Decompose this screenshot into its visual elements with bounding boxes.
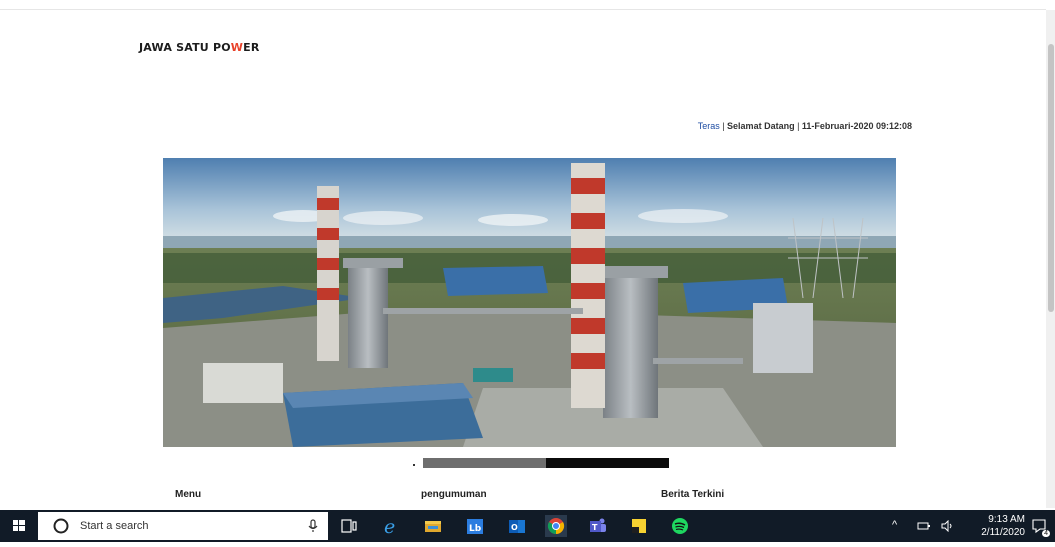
sticky-notes-icon[interactable] [628, 515, 650, 537]
home-link[interactable]: Teras [698, 121, 720, 131]
file-explorer-icon[interactable] [422, 515, 444, 537]
separator: | [719, 121, 728, 131]
logo-text-end: ER [243, 41, 260, 54]
hero-banner-image [163, 158, 896, 447]
taskbar-search-box[interactable]: Start a search [38, 512, 328, 540]
datetime-text: 11-Februari-2020 09:12:08 [801, 121, 912, 131]
top-border [0, 9, 1046, 10]
scrollbar-thumb[interactable] [1048, 44, 1054, 312]
chevron-up-icon[interactable]: ^ [892, 519, 897, 531]
slider-progress-bar[interactable] [423, 458, 546, 468]
logo-text: JAWA SATU PO [139, 41, 231, 54]
news-heading: Berita Terkini [661, 489, 725, 500]
clock-date: 2/11/2020 [981, 527, 1025, 538]
task-view-icon[interactable] [338, 515, 360, 537]
vertical-scrollbar[interactable] [1046, 10, 1055, 508]
svg-text:T: T [592, 523, 598, 532]
search-placeholder: Start a search [80, 520, 149, 532]
slider-indicator-dot[interactable] [413, 464, 415, 466]
volume-icon[interactable] [940, 520, 954, 532]
windows-taskbar: Start a search e Lb O T ^ 9:13 AM 2/11/2… [0, 510, 1055, 542]
svg-text:O: O [511, 523, 518, 532]
taskbar-clock[interactable]: 9:13 AM 2/11/2020 [981, 513, 1025, 539]
notification-badge: 4 [1042, 530, 1050, 537]
clock-time: 9:13 AM [988, 514, 1025, 525]
teams-icon[interactable]: T [587, 515, 609, 537]
slider-progress-track[interactable] [546, 458, 669, 468]
svg-text:Lb: Lb [469, 524, 482, 534]
action-center-button[interactable]: 4 [1031, 518, 1050, 537]
chrome-icon[interactable] [545, 515, 567, 537]
top-navigation: Teras | Selamat Datang | 11-Februari-202… [560, 121, 912, 131]
outlook-icon[interactable]: O [506, 515, 528, 537]
mic-icon[interactable] [308, 519, 318, 533]
battery-icon[interactable] [917, 521, 931, 531]
logo-accent: W [230, 41, 244, 54]
windows-icon [13, 520, 25, 531]
svg-text:e: e [384, 516, 395, 537]
separator: | [794, 121, 802, 131]
spotify-icon[interactable] [669, 515, 691, 537]
linkedin-learning-icon[interactable]: Lb [464, 515, 486, 537]
menu-heading: Menu [175, 489, 202, 500]
start-button[interactable] [0, 510, 38, 542]
announcements-heading: pengumuman [421, 489, 487, 500]
cortana-circle-icon [53, 518, 69, 534]
site-logo[interactable]: JAWA SATU POWER [139, 41, 260, 54]
edge-icon[interactable]: e [381, 515, 403, 537]
greeting-text: Selamat Datang [727, 121, 795, 131]
